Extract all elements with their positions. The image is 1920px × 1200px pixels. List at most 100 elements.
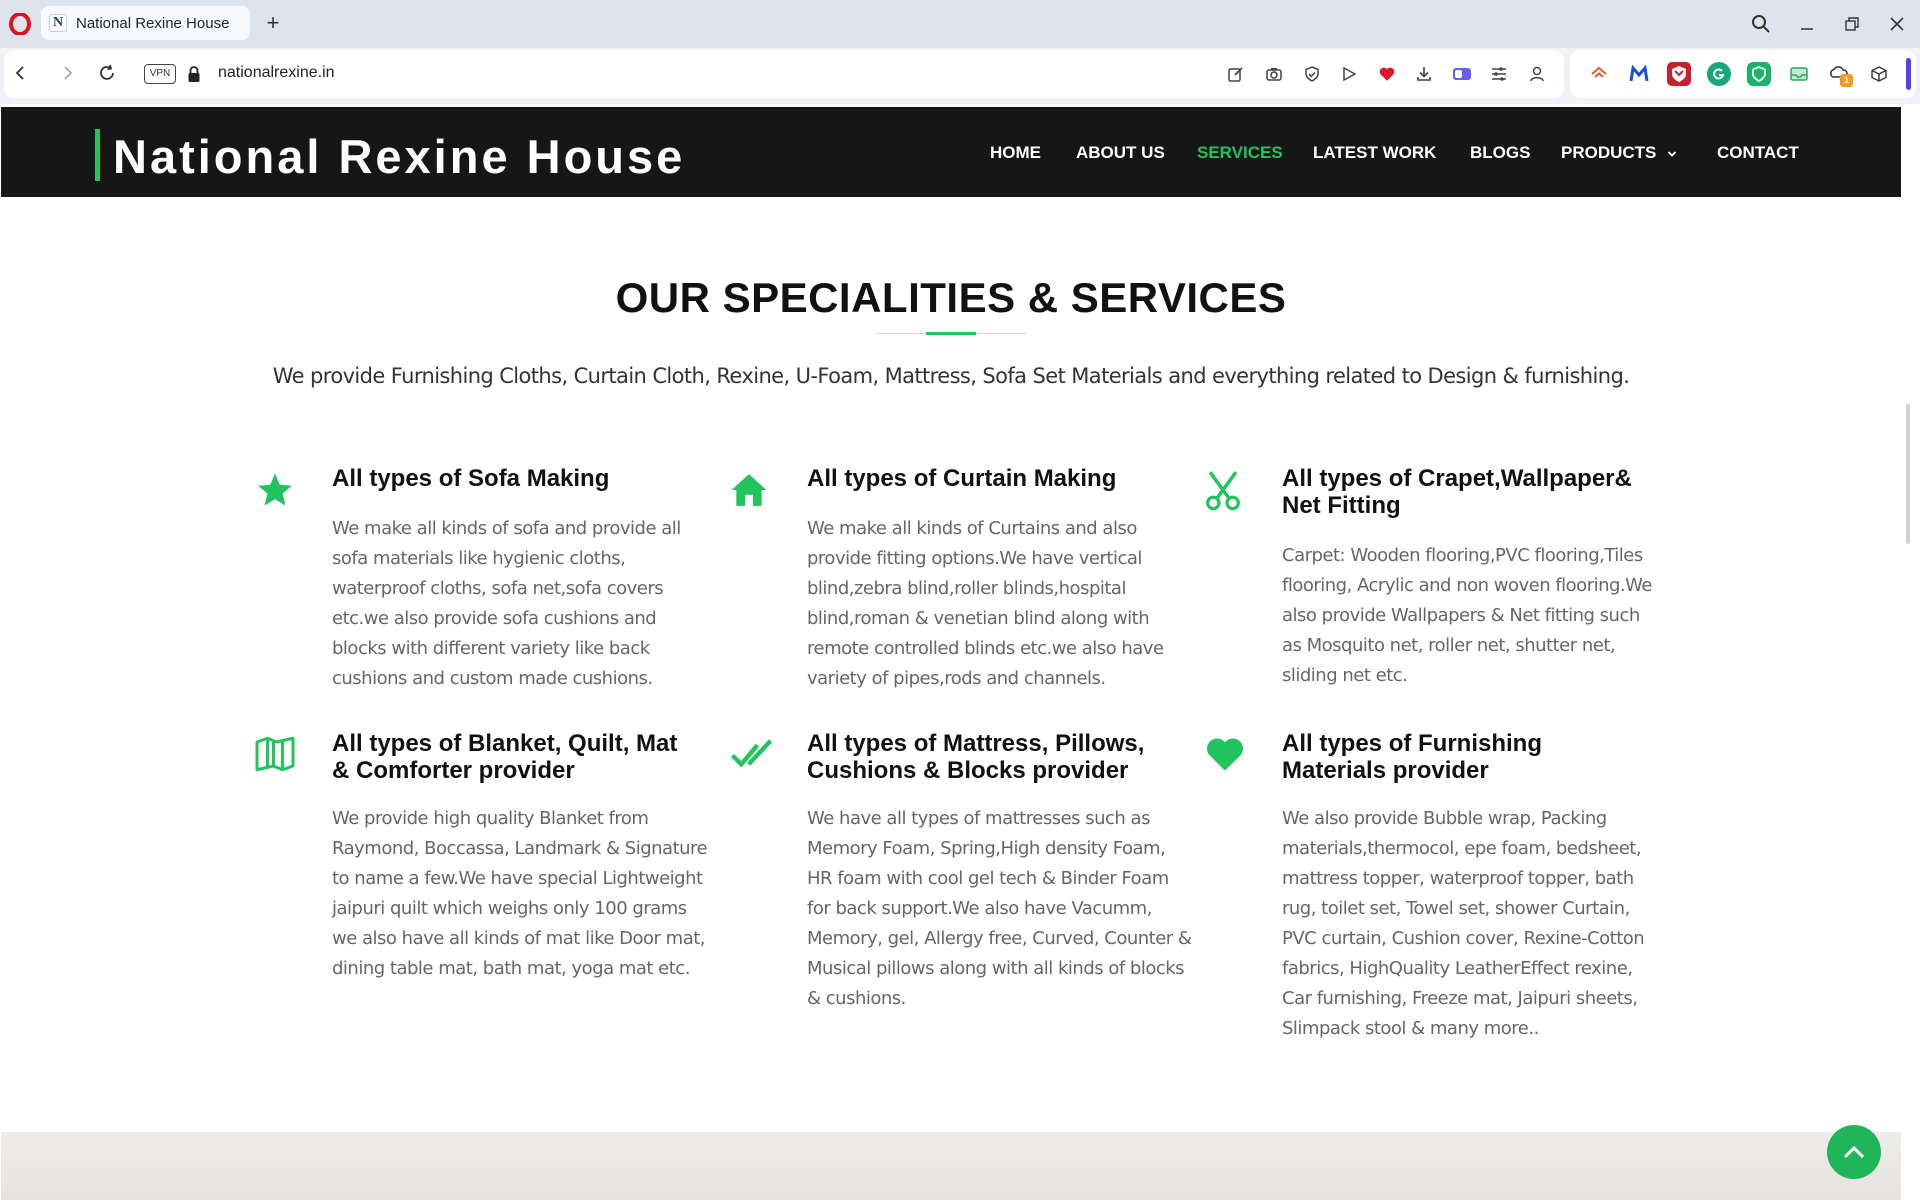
extensions-cube-icon[interactable] [1867, 62, 1891, 86]
service-text-line: dining table mat, bath mat, yoga mat etc… [332, 958, 690, 979]
service-text-line: Slimpack stool & many more.. [1282, 1018, 1539, 1039]
service-text-line: we also have all kinds of mat like Door … [332, 928, 706, 949]
service-text-carpet: Carpet: Wooden flooring,PVC flooring,Til… [1282, 541, 1652, 691]
service-text-line: Carpet: Wooden flooring,PVC flooring,Til… [1282, 545, 1643, 566]
service-text-line: cushions and custom made cushions. [332, 668, 653, 689]
sidebar-toggle-indicator[interactable] [1906, 58, 1911, 90]
opera-logo-icon[interactable] [9, 13, 31, 35]
service-title-line: All types of Furnishing [1282, 730, 1543, 757]
page-viewport: National Rexine House HOME ABOUT US SERV… [0, 104, 1920, 1200]
tab-title: National Rexine House [76, 14, 230, 32]
service-text-line: HR foam with cool gel tech & Binder Foam [807, 868, 1169, 889]
service-title-line: & Comforter provider [332, 757, 575, 784]
service-text-line: Memory Foam, Spring,High density Foam, [807, 838, 1166, 859]
chevron-up-icon [1843, 1145, 1865, 1159]
service-text-line: We provide high quality Blanket from [332, 808, 649, 829]
service-title-sofa: All types of Sofa Making [332, 465, 609, 492]
profile-icon[interactable] [1526, 63, 1548, 85]
service-text-curtain: We make all kinds of Curtains and also p… [807, 514, 1164, 694]
reload-icon[interactable] [96, 62, 118, 84]
service-text-line: We have all types of mattresses such as [807, 808, 1150, 829]
service-text-line: blind,zebra blind,roller blinds,hospital [807, 578, 1126, 599]
service-title-curtain: All types of Curtain Making [807, 465, 1116, 492]
restore-icon[interactable] [1838, 10, 1866, 38]
nav-about-us[interactable]: ABOUT US [1076, 143, 1165, 163]
service-text-line: also provide Wallpapers & Net fitting su… [1282, 605, 1640, 626]
service-text-line: as Mosquito net, roller net, shutter net… [1282, 635, 1616, 656]
nav-products[interactable]: PRODUCTS [1561, 143, 1677, 163]
section-intro: We provide Furnishing Cloths, Curtain Cl… [272, 364, 1630, 388]
service-text-line: to name a few.We have special Lightweigh… [332, 868, 703, 889]
back-icon[interactable] [10, 62, 32, 84]
service-text-line: Raymond, Boccassa, Landmark & Signature [332, 838, 708, 859]
back-to-top-button[interactable] [1827, 1125, 1881, 1179]
double-check-icon [731, 732, 775, 776]
edit-icon[interactable] [1225, 63, 1247, 85]
new-tab-button[interactable]: + [262, 12, 284, 34]
service-text-line: sofa materials like hygienic cloths, [332, 548, 626, 569]
page-scrollbar[interactable] [1902, 104, 1920, 1200]
scissors-icon [1201, 468, 1245, 512]
toggle-extension-icon[interactable] [1451, 63, 1473, 85]
service-title-line: All types of Mattress, Pillows, [807, 730, 1145, 757]
service-text-line: Car furnishing, Freeze mat, Jaipuri shee… [1282, 988, 1638, 1009]
service-text-line: blocks with different variety like back [332, 638, 650, 659]
title-divider-accent [926, 332, 976, 335]
map-icon [253, 732, 297, 776]
service-title-furnishing: All types of Furnishing Materials provid… [1282, 730, 1542, 784]
site-brand-logo[interactable]: National Rexine House [113, 129, 685, 184]
service-text-line: sliding net etc. [1282, 665, 1408, 686]
service-title-blanket: All types of Blanket, Quilt, Mat & Comfo… [332, 730, 677, 784]
extension-orange-icon[interactable] [1587, 62, 1611, 86]
vpn-badge[interactable]: VPN [144, 64, 176, 84]
tray-extension-icon[interactable] [1787, 62, 1811, 86]
home-icon [727, 468, 771, 512]
service-title-line: Cushions & Blocks provider [807, 757, 1129, 784]
minimize-icon[interactable] [1793, 10, 1821, 38]
mcafee-icon[interactable] [1667, 62, 1691, 86]
service-text-line: for back support.We also have Vacumm, [807, 898, 1152, 919]
malwarebytes-icon[interactable] [1627, 62, 1651, 86]
service-text-blanket: We provide high quality Blanket from Ray… [332, 804, 708, 984]
download-icon[interactable] [1413, 63, 1435, 85]
search-icon[interactable] [1747, 10, 1775, 38]
service-title-line: Materials provider [1282, 757, 1489, 784]
service-text-line: materials,thermocol, epe foam, bedsheet, [1282, 838, 1642, 859]
shield-extension-icon[interactable] [1747, 62, 1771, 86]
next-section-background [1, 1132, 1901, 1200]
lock-icon[interactable] [187, 65, 201, 83]
scrollbar-thumb[interactable] [1906, 404, 1910, 544]
service-text-line: rug, toilet set, Towel set, shower Curta… [1282, 898, 1630, 919]
send-icon[interactable] [1338, 63, 1360, 85]
browser-tab[interactable]: N National Rexine House [41, 6, 250, 40]
nav-contact[interactable]: CONTACT [1717, 143, 1799, 163]
browser-address-bar: VPN nationalrexine.in 1 [0, 48, 1920, 104]
grammarly-icon[interactable] [1707, 62, 1731, 86]
service-title-carpet: All types of Crapet,Wallpaper& Net Fitti… [1282, 465, 1632, 519]
heart-bookmark-icon[interactable] [1376, 63, 1398, 85]
service-text-sofa: We make all kinds of sofa and provide al… [332, 514, 681, 694]
nav-blogs[interactable]: BLOGS [1470, 143, 1530, 163]
service-text-line: We make all kinds of Curtains and also [807, 518, 1137, 539]
forward-icon[interactable] [56, 62, 78, 84]
url-text[interactable]: nationalrexine.in [218, 64, 335, 82]
cloud-extension-icon[interactable]: 1 [1827, 62, 1853, 87]
star-icon [253, 468, 297, 512]
service-text-mattress: We have all types of mattresses such as … [807, 804, 1192, 1014]
service-text-line: Musical pillows along with all kinds of … [807, 958, 1185, 979]
nav-home[interactable]: HOME [990, 143, 1041, 163]
service-title-mattress: All types of Mattress, Pillows, Cushions… [807, 730, 1144, 784]
service-text-line: waterproof cloths, sofa net,sofa covers [332, 578, 664, 599]
service-text-line: jaipuri quilt which weighs only 100 gram… [332, 898, 687, 919]
extension-badge-count: 1 [1840, 74, 1853, 87]
easy-setup-icon[interactable] [1488, 63, 1510, 85]
nav-latest-work[interactable]: LATEST WORK [1313, 143, 1436, 163]
chevron-down-icon [1668, 150, 1677, 157]
camera-icon[interactable] [1263, 63, 1285, 85]
service-text-line: mattress topper, waterproof topper, bath [1282, 868, 1634, 889]
browser-tab-bar: N National Rexine House + [0, 0, 1920, 48]
service-title-line: Net Fitting [1282, 492, 1401, 519]
nav-services[interactable]: SERVICES [1197, 143, 1283, 163]
shield-check-icon[interactable] [1301, 63, 1323, 85]
close-window-icon[interactable] [1883, 10, 1911, 38]
